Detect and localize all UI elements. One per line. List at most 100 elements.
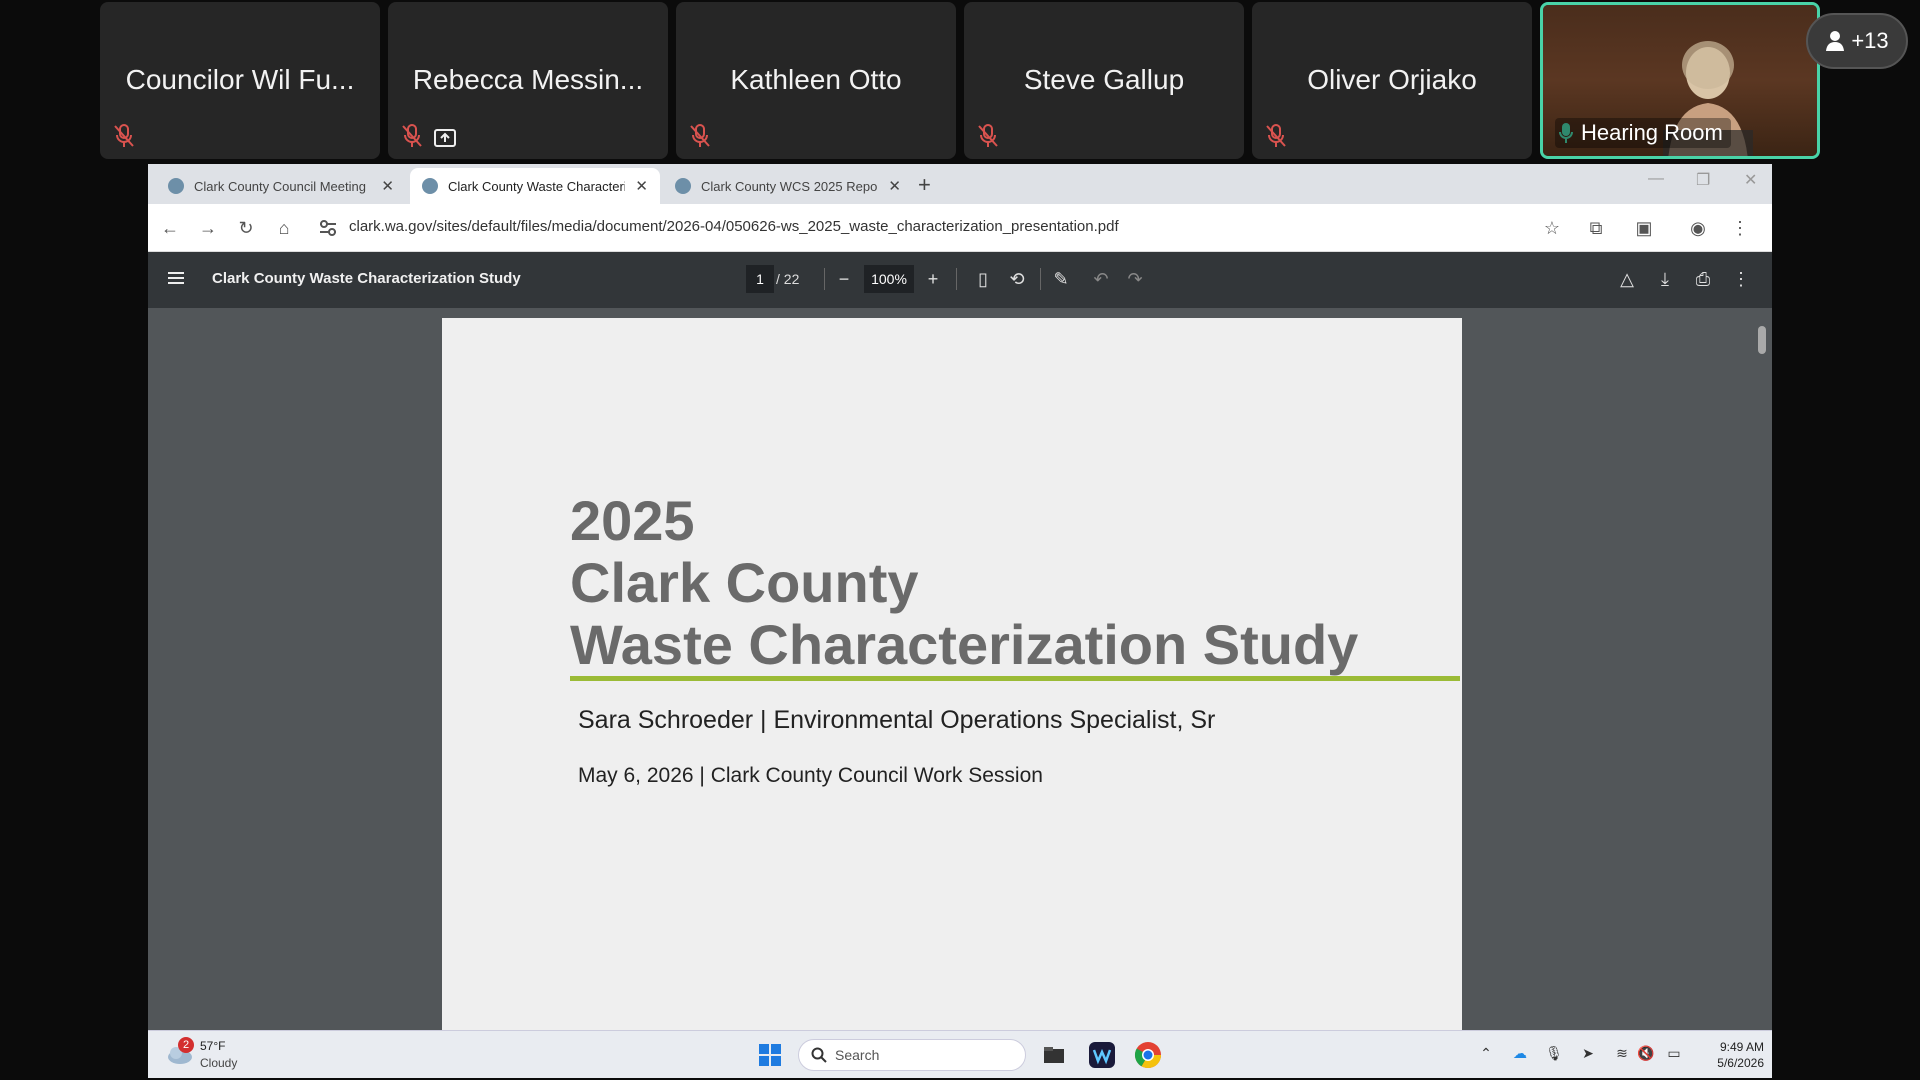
- forward-button[interactable]: →: [196, 216, 220, 240]
- toolbar-divider: [1040, 268, 1041, 290]
- participant-tile[interactable]: Steve Gallup: [964, 2, 1244, 159]
- drive-save-icon[interactable]: △: [1614, 266, 1640, 292]
- slide-date-line: May 6, 2026 | Clark County Council Work …: [578, 764, 1043, 787]
- participant-name: Steve Gallup: [1023, 64, 1185, 95]
- weather-condition: Cloudy: [200, 1056, 238, 1070]
- tab-waste-characterization[interactable]: Clark County Waste Characteriz ✕: [410, 168, 660, 204]
- profile-icon[interactable]: ◉: [1686, 216, 1710, 240]
- globe-favicon-icon: [675, 178, 691, 194]
- mic-muted-icon: [114, 124, 134, 147]
- mic-muted-icon: [690, 124, 710, 147]
- clock-time: 9:49 AM: [1719, 1040, 1764, 1054]
- draw-annotate-icon[interactable]: ✎: [1048, 266, 1074, 292]
- bookmark-star-icon[interactable]: ☆: [1540, 216, 1564, 240]
- slide-title: 2025 Clark County Waste Characterization…: [570, 490, 1358, 676]
- slide-presenter: Sara Schroeder | Environmental Operation…: [578, 706, 1216, 734]
- undo-icon[interactable]: ↶: [1088, 266, 1114, 292]
- pdf-toolbar: Clark County Waste Characterization Stud…: [148, 252, 1772, 308]
- microphone-muted-icon[interactable]: 🎙: [1544, 1045, 1564, 1065]
- reload-button[interactable]: ↻: [234, 216, 258, 240]
- participant-name: Councilor Wil Fu...: [125, 64, 355, 95]
- rotate-icon[interactable]: ⟲: [1004, 266, 1030, 292]
- participant-tile[interactable]: Kathleen Otto: [676, 2, 956, 159]
- tab-title: Clark County Waste Characteriz: [448, 178, 626, 194]
- weather-alert-badge: 2: [178, 1037, 194, 1053]
- slide-title-year: 2025: [570, 489, 695, 552]
- globe-favicon-icon: [168, 178, 184, 194]
- more-participants-count: +13: [1851, 28, 1889, 53]
- pdf-scrollbar[interactable]: [1758, 326, 1766, 354]
- mic-muted-icon: [978, 124, 998, 147]
- tab-council-meeting[interactable]: Clark County Council Meeting ✕: [156, 168, 406, 204]
- toolbar-divider: [824, 268, 825, 290]
- close-window-button[interactable]: ✕: [1744, 170, 1757, 190]
- toolbar-divider: [956, 268, 957, 290]
- location-icon[interactable]: ➤: [1578, 1045, 1598, 1065]
- show-hidden-icons-icon[interactable]: ⌃: [1476, 1045, 1496, 1065]
- close-tab-icon[interactable]: ✕: [635, 177, 648, 195]
- pdf-page: 2025 Clark County Waste Characterization…: [442, 318, 1462, 1030]
- webex-app-icon[interactable]: [1088, 1041, 1116, 1069]
- new-tab-button[interactable]: +: [918, 172, 931, 198]
- chrome-browser-icon[interactable]: [1134, 1041, 1162, 1069]
- volume-muted-icon[interactable]: 🔇: [1636, 1045, 1656, 1065]
- zoom-level-input[interactable]: 100%: [864, 265, 914, 293]
- download-icon[interactable]: ⤓: [1652, 266, 1678, 292]
- windows-start-icon[interactable]: [758, 1043, 782, 1067]
- file-explorer-icon[interactable]: [1040, 1041, 1068, 1069]
- slide-title-study: Waste Characterization Study: [570, 613, 1359, 676]
- fit-page-icon[interactable]: ▯: [970, 266, 996, 292]
- extensions-icon[interactable]: ⧉: [1584, 216, 1608, 240]
- tab-bar: Clark County Council Meeting ✕ Clark Cou…: [148, 164, 1772, 204]
- pdf-viewport[interactable]: 2025 Clark County Waste Characterization…: [148, 308, 1772, 1030]
- taskbar-search[interactable]: Search: [798, 1039, 1026, 1071]
- site-info-icon[interactable]: [316, 216, 340, 240]
- screen-share-icon: [434, 129, 456, 147]
- participant-tile[interactable]: Oliver Orjiako: [1252, 2, 1532, 159]
- mic-muted-icon: [1266, 124, 1286, 147]
- onedrive-cloud-icon[interactable]: ☁: [1510, 1045, 1530, 1065]
- hamburger-menu-icon[interactable]: [166, 268, 186, 288]
- globe-favicon-icon: [422, 178, 438, 194]
- tab-title: Clark County WCS 2025 Report: [701, 178, 879, 194]
- participant-name: Kathleen Otto: [730, 64, 902, 95]
- redo-icon[interactable]: ↷: [1122, 266, 1148, 292]
- browser-window: Clark County Council Meeting ✕ Clark Cou…: [148, 164, 1772, 1030]
- active-speaker-tile[interactable]: Hearing Room: [1540, 2, 1820, 159]
- person-icon: [1826, 31, 1845, 51]
- participant-tile[interactable]: Rebecca Messin...: [388, 2, 668, 159]
- home-button[interactable]: ⌂: [272, 216, 296, 240]
- system-clock[interactable]: 9:49 AM 5/6/2026: [1708, 1039, 1764, 1071]
- participant-name: Oliver Orjiako: [1307, 64, 1477, 95]
- participant-tile[interactable]: Councilor Wil Fu...: [100, 2, 380, 159]
- side-panel-icon[interactable]: ▣: [1632, 216, 1656, 240]
- participant-name: Rebecca Messin...: [412, 64, 644, 95]
- tab-wcs-report[interactable]: Clark County WCS 2025 Report ✕: [663, 168, 913, 204]
- wifi-icon[interactable]: ≋: [1612, 1045, 1632, 1065]
- page-total: / 22: [776, 271, 800, 287]
- print-icon[interactable]: ⎙: [1690, 266, 1716, 292]
- battery-icon[interactable]: ▭: [1664, 1045, 1684, 1065]
- zoom-in-button[interactable]: +: [920, 266, 946, 292]
- search-icon: [811, 1047, 827, 1063]
- browser-menu-icon[interactable]: ⋮: [1728, 216, 1752, 240]
- close-tab-icon[interactable]: ✕: [381, 177, 394, 195]
- windows-taskbar: 2 57°F Cloudy Search ⌃ ☁ 🎙 ➤ ≋ 🔇 ▭ 9:49 …: [148, 1030, 1772, 1078]
- close-tab-icon[interactable]: ✕: [888, 177, 901, 195]
- address-bar[interactable]: clark.wa.gov/sites/default/files/media/d…: [349, 218, 1119, 235]
- slide-title-county: Clark County: [570, 551, 919, 614]
- pdf-more-options-icon[interactable]: ⋮: [1728, 266, 1754, 292]
- weather-temperature: 57°F: [200, 1039, 226, 1053]
- clock-date: 5/6/2026: [1717, 1056, 1764, 1070]
- minimize-button[interactable]: —: [1648, 170, 1664, 188]
- participant-strip: Councilor Wil Fu... Rebecca Messin... Ka…: [0, 0, 1920, 162]
- pdf-document-title: Clark County Waste Characterization Stud…: [212, 270, 521, 287]
- zoom-out-button[interactable]: −: [831, 266, 857, 292]
- search-placeholder: Search: [835, 1047, 880, 1063]
- tab-title: Clark County Council Meeting: [194, 178, 366, 194]
- page-number-input[interactable]: 1: [746, 265, 774, 293]
- maximize-button[interactable]: ❐: [1696, 170, 1710, 190]
- more-participants-button[interactable]: +13: [1806, 13, 1908, 69]
- address-toolbar: ← → ↻ ⌂ clark.wa.gov/sites/default/files…: [148, 204, 1772, 252]
- back-button[interactable]: ←: [158, 216, 182, 240]
